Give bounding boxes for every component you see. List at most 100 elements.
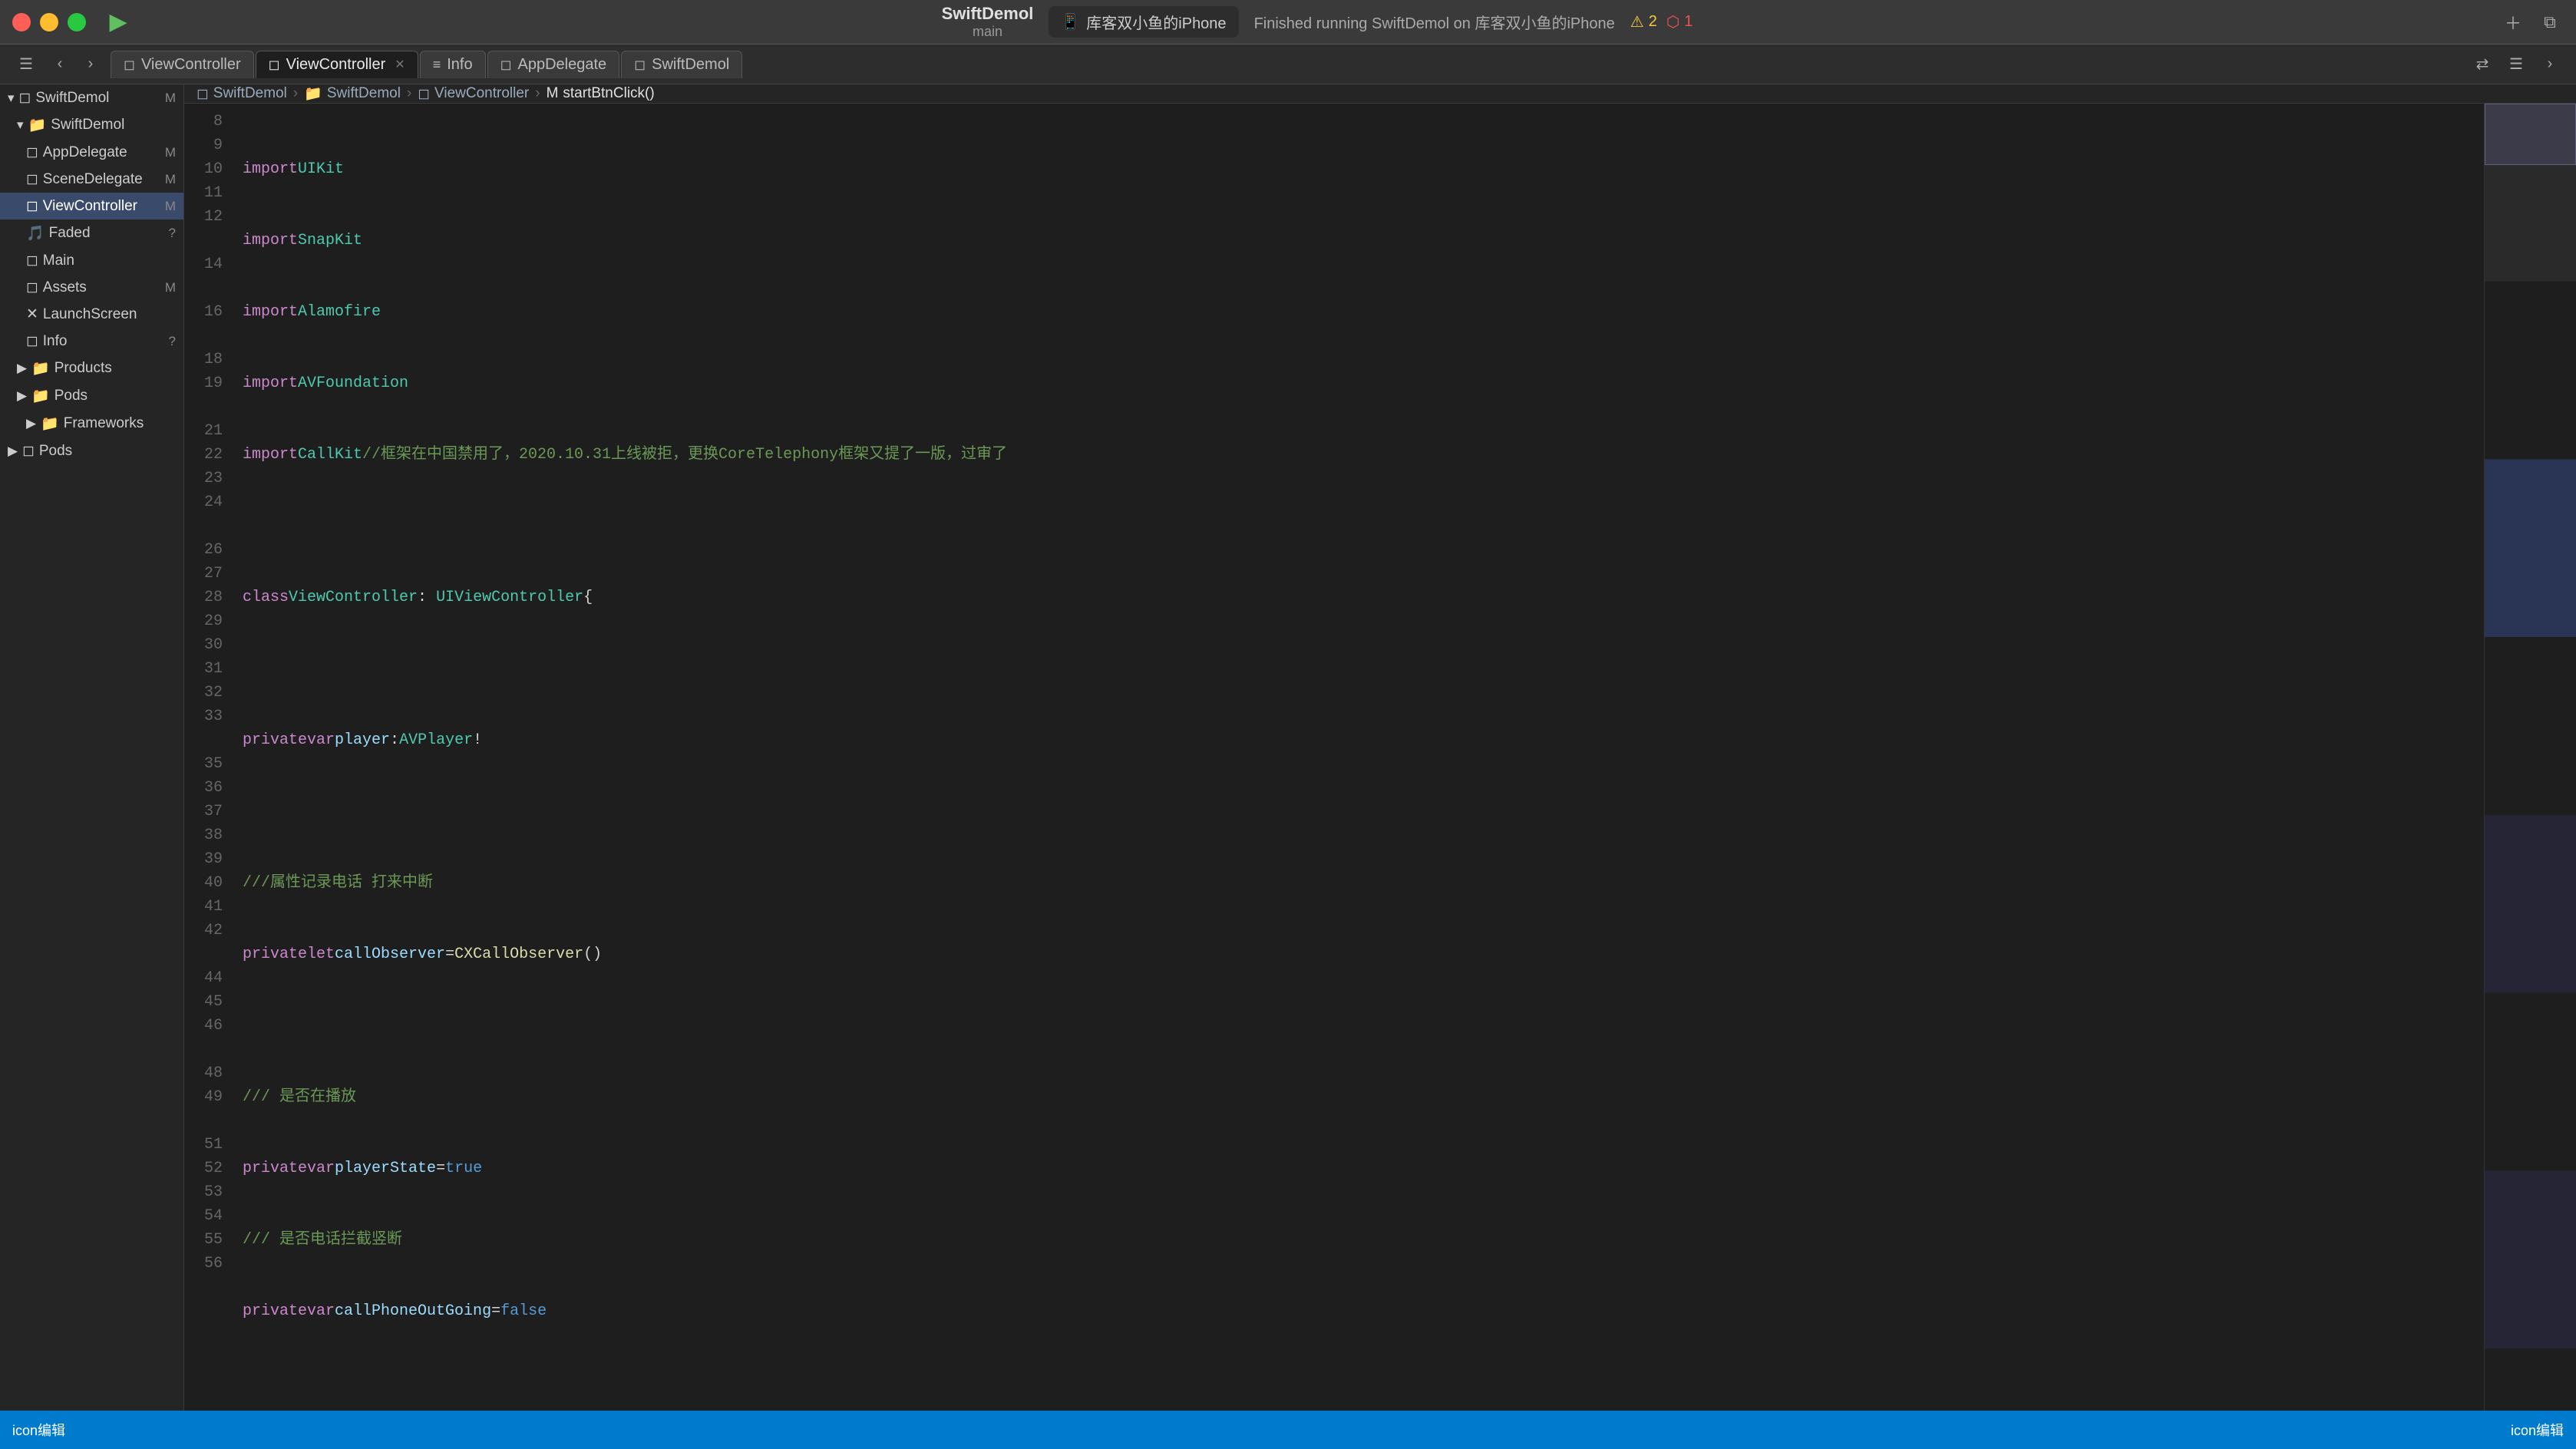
run-status: Finished running SwiftDemol on 库客双小鱼的iPh… [1254, 11, 1615, 33]
tab-icon: ◻ [634, 57, 646, 73]
code-line: private var playerState = true [243, 1157, 2472, 1180]
sidebar-item-viewcontroller[interactable]: ◻ ViewController M [0, 193, 183, 219]
sidebar-item-info[interactable]: ◻ Info ? [0, 328, 183, 355]
tab-swiftdemol[interactable]: ◻ SwiftDemol [621, 51, 742, 78]
sidebar-expand-icon: ▶ [8, 444, 18, 459]
layout-button[interactable]: ⧉ [2536, 8, 2564, 36]
sidebar-item-icon: ◻ [22, 442, 35, 460]
sidebar-expand-icon: ▶ [17, 388, 27, 404]
minimize-button[interactable] [40, 13, 58, 31]
tab-label: Info [447, 56, 472, 74]
sidebar-item-badge: M [165, 91, 176, 106]
tab-info[interactable]: ≡ Info [420, 51, 486, 78]
sidebar-item-icon: 📁 [31, 359, 50, 378]
split-editor-button[interactable]: ⇄ [2469, 51, 2496, 78]
app-title: SwiftDemol main [942, 4, 1034, 40]
sidebar-item-label: LaunchScreen [43, 306, 137, 323]
breadcrumb-viewcontroller[interactable]: ◻ ViewController [418, 85, 529, 103]
code-line [243, 657, 2472, 681]
sidebar-item-icon: 📁 [31, 387, 50, 405]
code-line: private var player : AVPlayer! [243, 728, 2472, 752]
toolbar: ☰ ‹ › ◻ ViewController ◻ ViewController … [0, 45, 2576, 84]
code-line: import Alamofire [243, 300, 2472, 324]
sidebar-expand-icon: ▾ [17, 117, 24, 133]
code-line: /// 是否电话拦截竖断 [243, 1228, 2472, 1252]
editor-options-button[interactable]: ☰ [2502, 51, 2530, 78]
close-button[interactable] [12, 13, 31, 31]
breadcrumb-icon: ◻ [197, 85, 209, 103]
sidebar-item-icon: ◻ [26, 170, 38, 188]
run-button[interactable]: ▶ [101, 5, 135, 39]
device-name: 库客双小鱼的iPhone [1086, 11, 1226, 33]
sidebar-item-products[interactable]: ▶ 📁 Products [0, 355, 183, 382]
right-toolbar: ⇄ ☰ › [2469, 51, 2564, 78]
tab-close-icon[interactable]: ✕ [395, 57, 405, 72]
code-line [243, 1371, 2472, 1395]
tab-label: ViewController [141, 56, 241, 74]
sidebar-item-pods-folder[interactable]: ▶ 📁 Pods [0, 382, 183, 410]
sidebar-item-label: SwiftDemol [51, 117, 124, 134]
tab-viewcontroller-2[interactable]: ◻ ViewController ✕ [256, 51, 418, 78]
sidebar-item-scenedelegate[interactable]: ◻ SceneDelegate M [0, 166, 183, 193]
breadcrumb-swiftdemol-2[interactable]: 📁 SwiftDemol [304, 84, 401, 103]
sidebar-item-icon: 📁 [41, 414, 59, 433]
breadcrumb-method[interactable]: M startBtnClick() [547, 85, 655, 102]
code-line: import UIKit [243, 157, 2472, 181]
sidebar-item-assets[interactable]: ◻ Assets M [0, 274, 183, 301]
sidebar-item-icon: ◻ [26, 279, 38, 296]
forward-button[interactable]: › [77, 51, 104, 78]
sidebar-item-swiftdemol-folder[interactable]: ▾ 📁 SwiftDemol [0, 111, 183, 139]
statusbar-right: icon编辑 [2511, 1420, 2564, 1440]
sidebar-item-badge: M [165, 199, 176, 214]
back-button[interactable]: ‹ [46, 51, 74, 78]
sidebar-item-label: Pods [39, 443, 72, 460]
sidebar-item-appdelegate[interactable]: ◻ AppDelegate M [0, 139, 183, 166]
sidebar-item-badge: ? [169, 334, 176, 349]
breadcrumb-swiftdemol-1[interactable]: ◻ SwiftDemol [197, 85, 287, 103]
code-line: /// 是否在播放 [243, 1085, 2472, 1109]
code-line [243, 514, 2472, 538]
sidebar-item-label: Main [43, 253, 74, 269]
sidebar-item-icon: ◻ [26, 197, 38, 215]
sidebar-item-label: Pods [54, 388, 88, 404]
device-selector[interactable]: 📱 库客双小鱼的iPhone [1049, 6, 1238, 38]
sidebar-item-main[interactable]: ◻ Main [0, 247, 183, 274]
minimap[interactable] [2484, 104, 2576, 1411]
breadcrumb-icon: ◻ [418, 85, 430, 103]
maximize-button[interactable] [68, 13, 86, 31]
nav-arrows: ‹ › [46, 51, 104, 78]
sidebar-item-swiftdemol-root[interactable]: ▾ ◻ SwiftDemol M [0, 84, 183, 111]
tab-icon: ◻ [269, 57, 280, 73]
main-layout: ▾ ◻ SwiftDemol M ▾ 📁 SwiftDemol ◻ AppDel… [0, 84, 2576, 1411]
code-editor[interactable]: ◻ SwiftDemol › 📁 SwiftDemol › ◻ ViewCont… [184, 84, 2576, 1411]
sidebar-expand-icon: ▶ [17, 361, 27, 376]
tab-bar: ◻ ViewController ◻ ViewController ✕ ≡ In… [111, 51, 2462, 78]
code-line [243, 800, 2472, 824]
tab-icon: ◻ [124, 57, 135, 73]
tab-appdelegate[interactable]: ◻ AppDelegate [487, 51, 620, 78]
breadcrumb-bar: ◻ SwiftDemol › 📁 SwiftDemol › ◻ ViewCont… [184, 84, 2576, 104]
add-button[interactable]: ＋ [2499, 8, 2527, 36]
sidebar-expand-icon: ▾ [8, 91, 15, 106]
minimap-viewport[interactable] [2485, 104, 2576, 165]
tab-viewcontroller-1[interactable]: ◻ ViewController [111, 51, 254, 78]
sidebar-item-label: AppDelegate [43, 144, 127, 161]
sidebar-item-icon: ◻ [26, 332, 38, 350]
titlebar-center: SwiftDemol main 📱 库客双小鱼的iPhone Finished … [135, 4, 2499, 40]
sidebar-item-faded[interactable]: 🎵 Faded ? [0, 219, 183, 247]
sidebar-item-frameworks[interactable]: ▶ 📁 Frameworks [0, 410, 183, 437]
sidebar-item-pods-root[interactable]: ▶ ◻ Pods [0, 437, 183, 464]
sidebar-item-icon: ◻ [19, 89, 31, 107]
sidebar-item-badge: M [165, 145, 176, 160]
minimap-content [2485, 104, 2576, 1411]
breadcrumb-icon: M [547, 85, 559, 102]
code-line: ///属性记录电话 打来中断 [243, 871, 2472, 895]
tab-icon: ◻ [500, 57, 512, 73]
sidebar-item-launchscreen[interactable]: ✕ LaunchScreen [0, 301, 183, 328]
sidebar-item-label: Assets [43, 279, 87, 296]
sidebar-toggle[interactable]: ☰ [12, 51, 40, 78]
code-line: private let callObserver = CXCallObserve… [243, 942, 2472, 966]
sidebar-item-label: Faded [49, 225, 91, 242]
code-content: 8 9 10 11 12 14 16 18 19 21 22 23 24 26 [184, 104, 2576, 1411]
inspector-toggle[interactable]: › [2536, 51, 2564, 78]
